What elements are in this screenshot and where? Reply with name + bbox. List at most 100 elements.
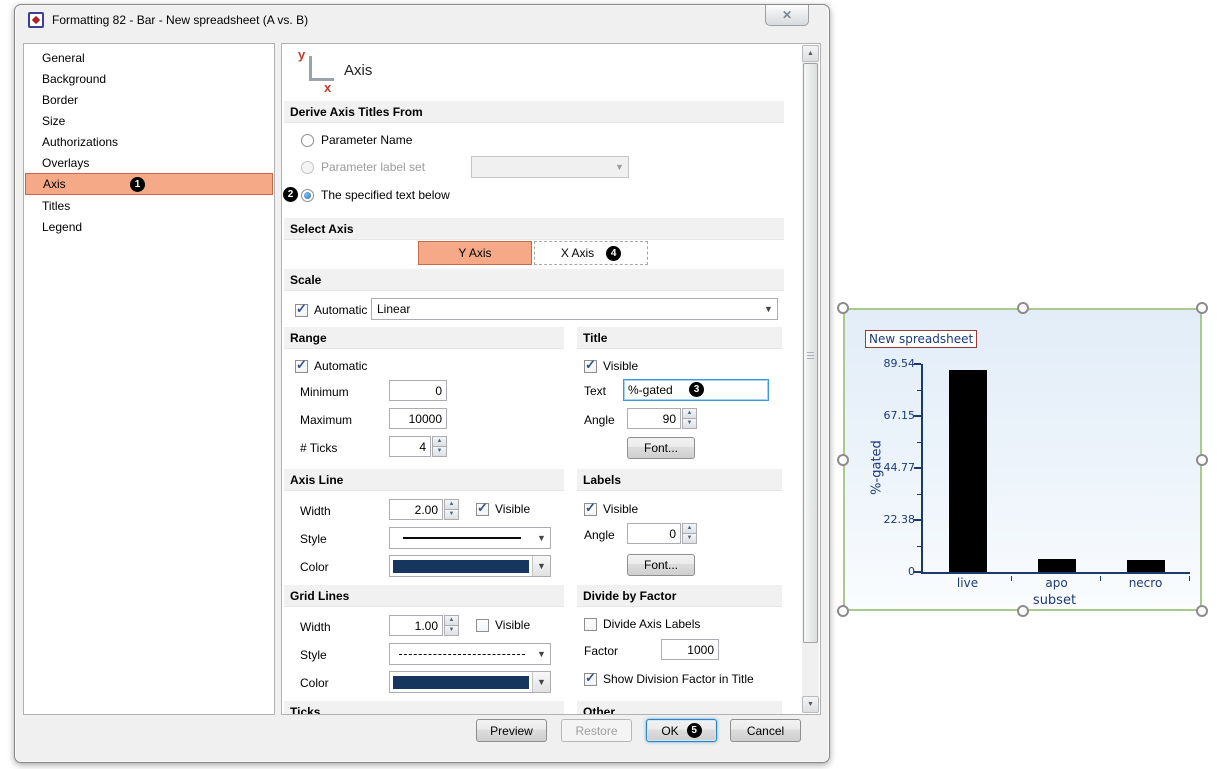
sidebar-item-legend[interactable]: Legend [25, 217, 273, 238]
checkbox-box[interactable]: ✓ [584, 503, 597, 516]
checkbox-box[interactable]: ✓ [476, 503, 489, 516]
selection-handle-sw[interactable] [837, 605, 849, 617]
title-visible-checkbox[interactable]: ✓ Visible [584, 358, 638, 374]
restore-button[interactable]: Restore [561, 719, 632, 742]
checkbox-box[interactable]: ✓ [584, 360, 597, 373]
checkbox-box[interactable]: ✓ [476, 619, 489, 632]
y-tick-label: 67.15 [871, 409, 915, 422]
sidebar-item-background[interactable]: Background [25, 69, 273, 90]
spin-down-icon[interactable]: ▼ [444, 626, 459, 636]
parameter-label-set-dropdown[interactable]: ▼ [471, 156, 629, 178]
chart-widget[interactable]: New spreadsheet %-gated 022.3844.7767.15… [837, 302, 1208, 617]
close-button[interactable]: ✕ [765, 5, 809, 26]
title-visible-label: Visible [603, 359, 638, 373]
num-ticks-stepper[interactable]: ▲▼ [389, 436, 447, 457]
radio-circle[interactable] [301, 134, 314, 147]
maximum-input[interactable] [389, 408, 447, 429]
divide-axis-labels-checkbox[interactable]: ✓ Divide Axis Labels [584, 616, 700, 632]
title-angle-stepper[interactable]: ▲▼ [627, 408, 697, 429]
y-axis-button[interactable]: Y Axis [418, 241, 532, 265]
title-bar[interactable]: Formatting 82 - Bar - New spreadsheet (A… [15, 5, 829, 35]
spin-down-icon[interactable]: ▼ [682, 534, 697, 544]
preview-button[interactable]: Preview [476, 719, 547, 742]
scroll-up-button[interactable]: ▲ [802, 45, 819, 62]
sidebar-item-axis[interactable]: Axis 1 [25, 173, 273, 195]
checkbox-box[interactable]: ✓ [584, 618, 597, 631]
scale-mode-dropdown[interactable]: Linear ▼ [371, 298, 778, 320]
selection-handle-nw[interactable] [837, 302, 849, 314]
labels-angle-input[interactable] [627, 523, 681, 544]
chart-bar [1038, 559, 1076, 572]
sidebar-item-size[interactable]: Size [25, 111, 273, 132]
selection-handle-s[interactable] [1017, 605, 1029, 617]
grid-width-input[interactable] [389, 615, 443, 636]
checkbox-box[interactable]: ✓ [584, 673, 597, 686]
sidebar-item-general[interactable]: General [25, 48, 273, 69]
y-tick-label: 89.54 [871, 357, 915, 370]
cancel-button[interactable]: Cancel [730, 719, 801, 742]
preview-button-label: Preview [490, 724, 533, 738]
selection-handle-e[interactable] [1196, 454, 1208, 466]
cancel-button-label: Cancel [747, 724, 784, 738]
labels-visible-checkbox[interactable]: ✓ Visible [584, 501, 638, 517]
spin-up-icon[interactable]: ▲ [444, 615, 459, 626]
sidebar-item-overlays[interactable]: Overlays [25, 153, 273, 174]
ok-button[interactable]: OK 5 [646, 719, 717, 742]
vertical-scrollbar[interactable]: ▲ ▼ [802, 45, 819, 713]
restore-button-label: Restore [575, 724, 617, 738]
radio-parameter-label-set[interactable]: Parameter label set [301, 159, 425, 175]
sidebar-item-titles[interactable]: Titles [25, 196, 273, 217]
axis-line-width-input[interactable] [389, 499, 443, 520]
minimum-input[interactable] [389, 380, 447, 401]
section-select-axis: Select Axis [284, 218, 784, 240]
grid-style-dropdown[interactable]: ▼ [389, 643, 551, 665]
annotation-badge-2: 2 [283, 187, 298, 202]
spin-up-icon[interactable]: ▲ [682, 523, 697, 534]
title-angle-input[interactable] [627, 408, 681, 429]
labels-angle-stepper[interactable]: ▲▼ [627, 523, 697, 544]
section-divide-by-factor: Divide by Factor [577, 585, 782, 607]
axis-line-width-stepper[interactable]: ▲▼ [389, 499, 459, 520]
sidebar-item-border[interactable]: Border [25, 90, 273, 111]
scroll-down-icon: ▼ [807, 701, 814, 708]
grid-visible-checkbox[interactable]: ✓ Visible [476, 617, 530, 633]
axis-line-visible-label: Visible [495, 502, 530, 516]
axis-line-style-dropdown[interactable]: ▼ [389, 527, 551, 549]
factor-input[interactable] [661, 639, 719, 660]
radio-circle[interactable] [301, 161, 314, 174]
annotation-badge-3: 3 [689, 382, 704, 397]
x-axis-button[interactable]: X Axis 4 [534, 241, 648, 265]
axis-line-color-dropdown[interactable]: ▼ [389, 555, 551, 577]
y-tick-label: 0 [871, 565, 915, 578]
chart-bar [1127, 560, 1165, 572]
grid-color-label: Color [300, 675, 329, 691]
range-automatic-checkbox[interactable]: ✓ Automatic [295, 358, 367, 374]
checkbox-box[interactable]: ✓ [295, 304, 308, 317]
spin-up-icon[interactable]: ▲ [444, 499, 459, 510]
checkbox-box[interactable]: ✓ [295, 360, 308, 373]
selection-handle-se[interactable] [1196, 605, 1208, 617]
spin-down-icon[interactable]: ▼ [682, 419, 697, 429]
labels-font-button[interactable]: Font... [627, 554, 695, 576]
scale-automatic-checkbox[interactable]: ✓ Automatic [295, 302, 367, 318]
show-division-factor-checkbox[interactable]: ✓ Show Division Factor in Title [584, 671, 754, 687]
radio-circle[interactable] [301, 189, 314, 202]
scrollbar-thumb[interactable] [803, 63, 818, 643]
grid-width-stepper[interactable]: ▲▼ [389, 615, 459, 636]
grid-color-dropdown[interactable]: ▼ [389, 671, 551, 693]
scroll-down-button[interactable]: ▼ [802, 696, 819, 713]
selection-handle-w[interactable] [837, 454, 849, 466]
axis-line-visible-checkbox[interactable]: ✓ Visible [476, 501, 530, 517]
selection-handle-n[interactable] [1017, 302, 1029, 314]
num-ticks-input[interactable] [389, 436, 431, 457]
selection-handle-ne[interactable] [1196, 302, 1208, 314]
title-font-button[interactable]: Font... [627, 437, 695, 459]
spin-up-icon[interactable]: ▲ [432, 436, 447, 447]
spin-up-icon[interactable]: ▲ [682, 408, 697, 419]
spin-down-icon[interactable]: ▼ [432, 447, 447, 457]
axis-line-width-label: Width [300, 503, 331, 519]
sidebar-item-authorizations[interactable]: Authorizations [25, 132, 273, 153]
radio-parameter-name[interactable]: Parameter Name [301, 132, 412, 148]
radio-specified-text[interactable]: The specified text below [301, 187, 450, 203]
spin-down-icon[interactable]: ▼ [444, 510, 459, 520]
